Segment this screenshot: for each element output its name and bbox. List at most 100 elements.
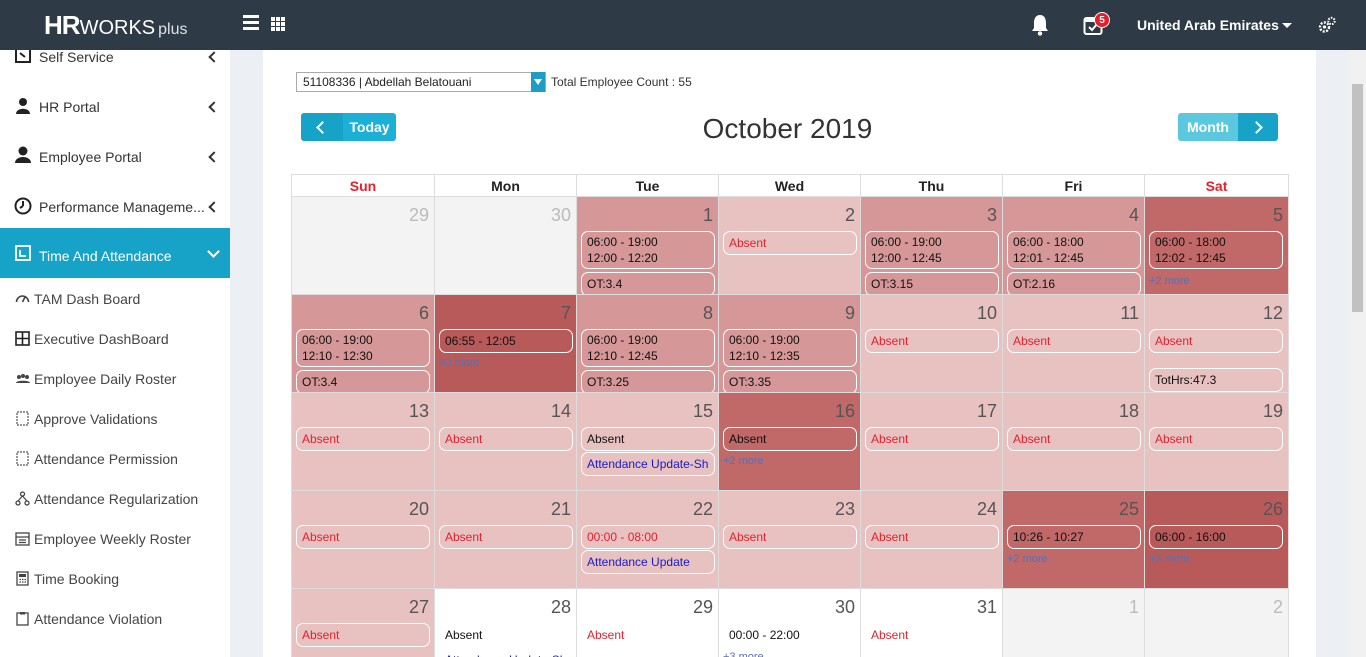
calendar-event[interactable]: OT:2.16 xyxy=(1007,272,1141,294)
sidebar-subitem-attendance-regularization[interactable]: Attendance Regularization xyxy=(0,479,230,519)
day-cell[interactable]: 6 06:00 - 19:00 12:10 - 12:30 OT:3.4 xyxy=(291,294,435,393)
calendar-event[interactable]: Attendance Update xyxy=(581,550,715,574)
calendar-event[interactable]: 06:00 - 19:00 12:10 - 12:35 xyxy=(723,329,857,367)
sidebar-item-employee-portal[interactable]: Employee Portal xyxy=(0,132,230,182)
calendar-event[interactable]: Absent xyxy=(296,623,430,647)
bell-icon[interactable] xyxy=(1030,14,1050,36)
calendar-event[interactable]: Absent xyxy=(581,427,715,451)
settings-gears-icon[interactable] xyxy=(1318,16,1336,34)
day-cell[interactable]: 27 Absent xyxy=(291,588,435,657)
day-cell[interactable]: 18 Absent xyxy=(1002,392,1145,491)
calendar-event[interactable]: Absent xyxy=(296,525,430,549)
day-number[interactable]: 20 xyxy=(409,499,429,520)
calendar-event[interactable]: OT:3.15 xyxy=(865,272,999,294)
app-logo[interactable]: HRWORKS plus xyxy=(44,10,187,41)
day-number[interactable]: 8 xyxy=(703,303,713,324)
sidebar-subitem-weekly-roster[interactable]: Employee Weekly Roster xyxy=(0,519,230,559)
day-cell[interactable]: 7 06:55 - 12:05 +3 more xyxy=(434,294,577,393)
calendar-event[interactable]: 06:00 - 19:00 12:10 - 12:45 xyxy=(581,329,715,367)
hamburger-menu-icon[interactable] xyxy=(243,15,259,33)
next-month-button[interactable] xyxy=(1238,113,1278,141)
day-cell[interactable]: 30 xyxy=(434,196,577,295)
calendar-event[interactable]: Absent xyxy=(1007,329,1141,353)
more-events-link[interactable]: +3 more xyxy=(439,357,480,369)
sidebar-item-hr-portal[interactable]: HR Portal xyxy=(0,82,230,132)
day-number[interactable]: 4 xyxy=(1129,205,1139,226)
calendar-event[interactable]: Absent xyxy=(439,427,573,451)
day-cell[interactable]: 15 Absent Attendance Update-Sh xyxy=(576,392,719,491)
calendar-event[interactable]: OT:3.4 xyxy=(581,272,715,294)
calendar-event[interactable]: TotHrs:47.3 xyxy=(1149,368,1283,392)
day-cell[interactable]: 5 06:00 - 18:00 12:02 - 12:45 +2 more xyxy=(1144,196,1289,295)
day-cell[interactable]: 13 Absent xyxy=(291,392,435,491)
day-number[interactable]: 31 xyxy=(977,597,997,618)
day-cell[interactable]: 17 Absent xyxy=(860,392,1003,491)
calendar-event[interactable]: Absent xyxy=(723,427,857,451)
calendar-event[interactable]: Absent xyxy=(723,525,857,549)
day-cell[interactable]: 25 10:26 - 10:27 +2 more xyxy=(1002,490,1145,589)
sidebar-item-self-service[interactable]: Self Service xyxy=(0,50,230,82)
day-number[interactable]: 30 xyxy=(551,205,571,226)
day-cell[interactable]: 29 xyxy=(291,196,435,295)
day-cell[interactable]: 11 Absent xyxy=(1002,294,1145,393)
calendar-event[interactable]: Attendance Update-Sh xyxy=(439,648,573,657)
day-cell[interactable]: 9 06:00 - 19:00 12:10 - 12:35 OT:3.35 xyxy=(718,294,861,393)
calendar-event[interactable]: Absent xyxy=(439,525,573,549)
sidebar-subitem-attendance-violation[interactable]: Attendance Violation xyxy=(0,599,230,639)
calendar-event[interactable]: Absent xyxy=(865,329,999,353)
sidebar-subitem-attendance-permission[interactable]: Attendance Permission xyxy=(0,439,230,479)
sidebar-subitem-daily-roster[interactable]: Employee Daily Roster xyxy=(0,359,230,399)
prev-month-button[interactable] xyxy=(301,113,343,141)
calendar-event[interactable]: 10:26 - 10:27 xyxy=(1007,525,1141,549)
calendar-event[interactable]: 06:00 - 16:00 xyxy=(1149,525,1283,549)
day-cell[interactable]: 12 Absent TotHrs:47.3 xyxy=(1144,294,1289,393)
day-cell[interactable]: 29 Absent xyxy=(576,588,719,657)
day-cell[interactable]: 1 xyxy=(1002,588,1145,657)
day-number[interactable]: 18 xyxy=(1119,401,1139,422)
calendar-event[interactable]: Attendance Update-Sh xyxy=(581,452,715,476)
day-number[interactable]: 1 xyxy=(1129,597,1139,618)
day-cell[interactable]: 14 Absent xyxy=(434,392,577,491)
calendar-event[interactable]: OT:3.4 xyxy=(296,370,430,392)
calendar-event[interactable]: Absent xyxy=(1007,427,1141,451)
more-events-link[interactable]: +2 more xyxy=(1007,553,1048,565)
day-cell[interactable]: 22 00:00 - 08:00 Attendance Update xyxy=(576,490,719,589)
day-number[interactable]: 25 xyxy=(1119,499,1139,520)
day-number[interactable]: 13 xyxy=(409,401,429,422)
calendar-event[interactable]: Absent xyxy=(1149,427,1283,451)
more-events-link[interactable]: +3 more xyxy=(1149,553,1190,565)
calendar-event[interactable]: Absent xyxy=(296,427,430,451)
day-cell[interactable]: 23 Absent xyxy=(718,490,861,589)
day-cell[interactable]: 26 06:00 - 16:00 +3 more xyxy=(1144,490,1289,589)
calendar-event[interactable]: Absent xyxy=(865,427,999,451)
sidebar-item-performance[interactable]: Performance Manageme... xyxy=(0,182,230,232)
month-view-button[interactable]: Month xyxy=(1178,113,1238,141)
day-number[interactable]: 12 xyxy=(1263,303,1283,324)
today-button[interactable]: Today xyxy=(343,113,396,141)
day-number[interactable]: 1 xyxy=(703,205,713,226)
day-number[interactable]: 22 xyxy=(693,499,713,520)
day-number[interactable]: 26 xyxy=(1263,499,1283,520)
day-number[interactable]: 14 xyxy=(551,401,571,422)
calendar-event[interactable]: 06:00 - 19:00 12:00 - 12:20 xyxy=(581,231,715,269)
day-number[interactable]: 2 xyxy=(845,205,855,226)
calendar-event[interactable]: 06:00 - 19:00 12:10 - 12:30 xyxy=(296,329,430,367)
day-number[interactable]: 2 xyxy=(1273,597,1283,618)
day-cell[interactable]: 4 06:00 - 18:00 12:01 - 12:45 OT:2.16 xyxy=(1002,196,1145,295)
day-number[interactable]: 28 xyxy=(551,597,571,618)
day-cell[interactable]: 2 Absent xyxy=(718,196,861,295)
day-cell[interactable]: 28 AbsentAttendance Update-Sh xyxy=(434,588,577,657)
day-cell[interactable]: 8 06:00 - 19:00 12:10 - 12:45 OT:3.25 xyxy=(576,294,719,393)
day-number[interactable]: 19 xyxy=(1263,401,1283,422)
calendar-event[interactable]: Absent xyxy=(865,525,999,549)
calendar-event[interactable]: OT:3.25 xyxy=(581,370,715,392)
day-cell[interactable]: 21 Absent xyxy=(434,490,577,589)
dropdown-arrow-icon[interactable] xyxy=(531,72,545,92)
sidebar-subitem-approve-validations[interactable]: Approve Validations xyxy=(0,399,230,439)
sidebar-subitem-time-booking[interactable]: Time Booking xyxy=(0,559,230,599)
day-number[interactable]: 3 xyxy=(987,205,997,226)
day-cell[interactable]: 30 00:00 - 22:00 +3 more xyxy=(718,588,861,657)
calendar-event[interactable]: Absent xyxy=(865,623,999,647)
calendar-event[interactable]: Absent xyxy=(581,623,715,647)
day-number[interactable]: 10 xyxy=(977,303,997,324)
